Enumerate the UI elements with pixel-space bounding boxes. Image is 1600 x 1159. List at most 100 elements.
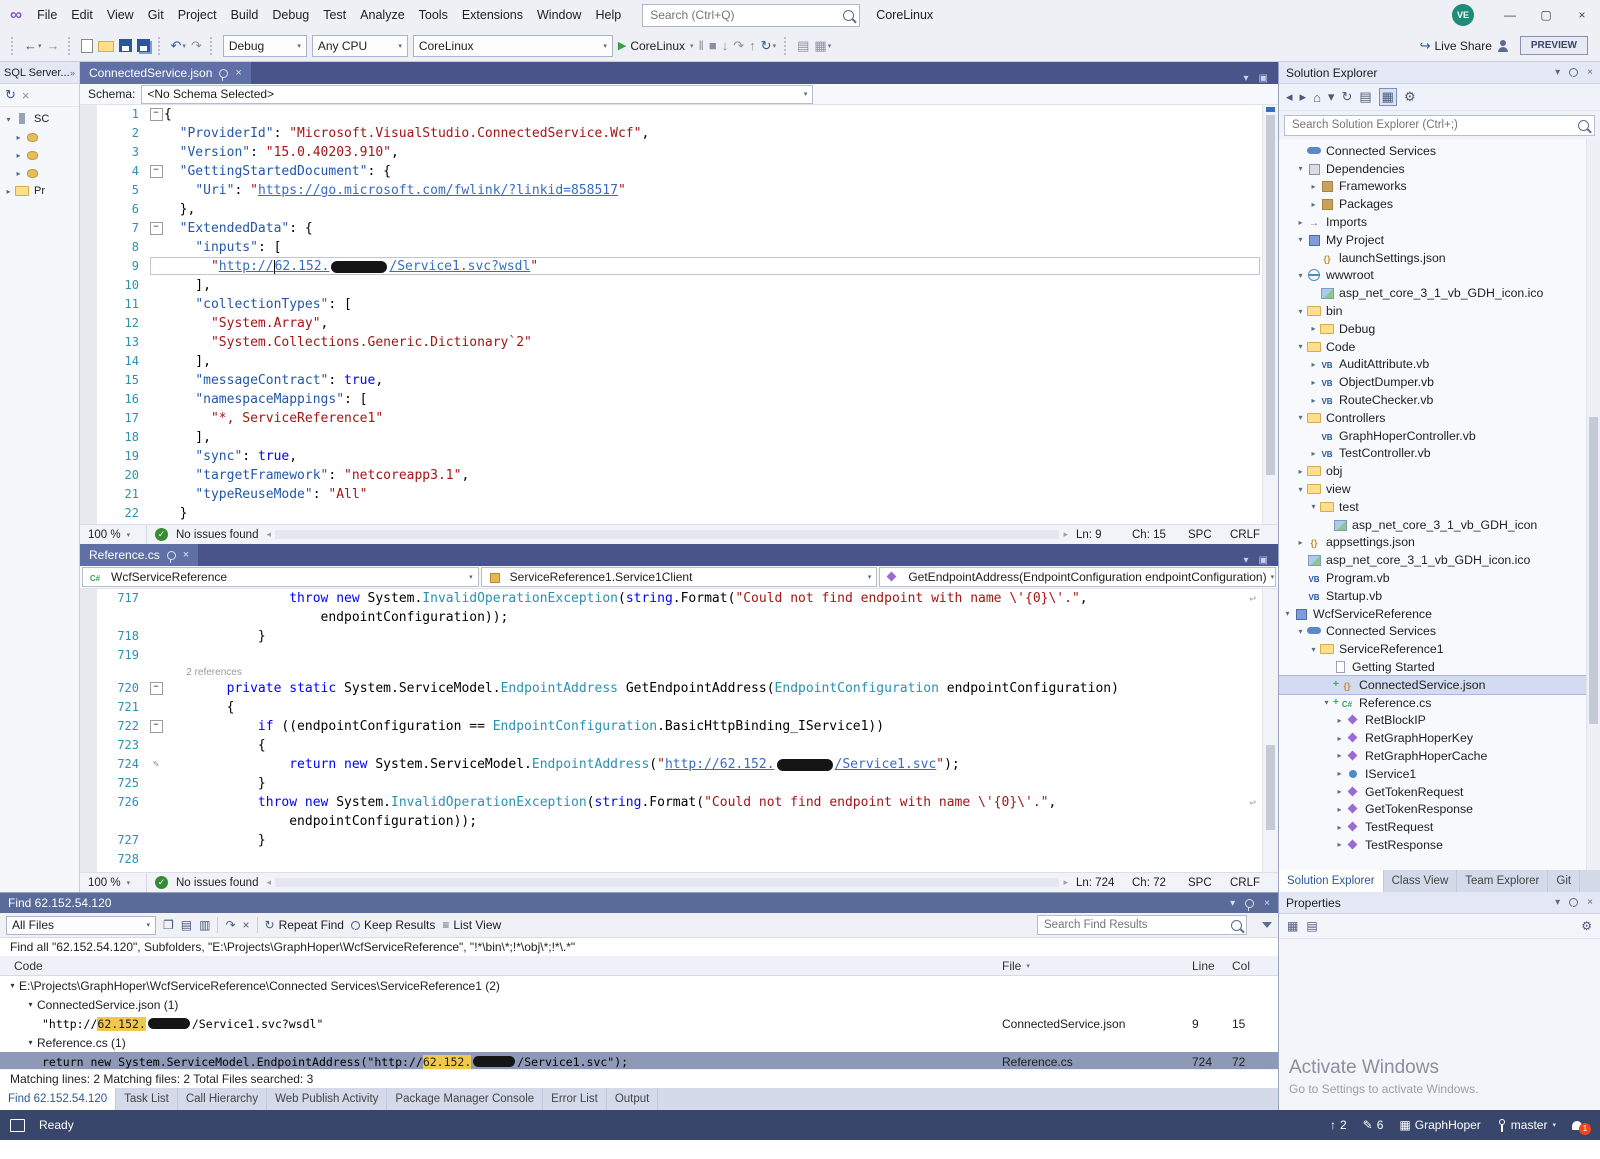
expander-icon[interactable]: ▸ bbox=[1307, 200, 1320, 209]
editor-window-icon[interactable]: ▦ ▾ bbox=[814, 38, 831, 54]
expander-icon[interactable]: ▸ bbox=[12, 151, 25, 160]
expander-icon[interactable]: ▸ bbox=[1333, 716, 1346, 725]
live-share-button[interactable]: ↪ Live Share bbox=[1420, 38, 1492, 54]
forward-icon[interactable]: ▸ bbox=[1300, 89, 1307, 105]
quick-search[interactable] bbox=[642, 3, 861, 27]
pending-edits-indicator[interactable]: ✎ 6 bbox=[1363, 1118, 1384, 1132]
sql-tree-item[interactable]: ▸ bbox=[0, 128, 79, 146]
find-result-row[interactable]: "http://62.152./Service1.svc?wsdl" Connec… bbox=[0, 1014, 1278, 1033]
solution-search-input[interactable] bbox=[1290, 118, 1578, 132]
save-icon[interactable] bbox=[118, 39, 132, 52]
keep-results-button[interactable]: Keep Results bbox=[350, 918, 435, 933]
find-group-row[interactable]: ▾ ConnectedService.json (1) bbox=[0, 995, 1278, 1014]
back-icon[interactable]: ◂ bbox=[1286, 89, 1293, 105]
undo-icon[interactable]: ↶ ▾ bbox=[171, 38, 186, 54]
collapse-all-icon[interactable]: ▤ bbox=[1359, 89, 1371, 105]
tree-item[interactable]: Startup.vb bbox=[1279, 587, 1600, 605]
menu-git[interactable]: Git bbox=[141, 0, 171, 30]
toolbar-grip[interactable] bbox=[11, 36, 16, 55]
expander-icon[interactable]: ▾ bbox=[1307, 502, 1320, 511]
save-all-icon[interactable] bbox=[136, 39, 150, 52]
property-pages-icon[interactable]: ⚙ bbox=[1581, 919, 1592, 933]
expander-icon[interactable]: ▸ bbox=[12, 133, 25, 142]
tab-find-62-152-54-120[interactable]: Find 62.152.54.120 bbox=[0, 1088, 117, 1110]
expander-icon[interactable]: ▾ bbox=[1294, 164, 1307, 173]
nav-combo-0[interactable]: WcfServiceReference▾ bbox=[82, 567, 479, 587]
tree-item[interactable]: ▾ Connected Services bbox=[1279, 623, 1600, 641]
pending-push-indicator[interactable]: ↑ 2 bbox=[1330, 1118, 1347, 1132]
menu-window[interactable]: Window bbox=[530, 0, 588, 30]
expander-icon[interactable]: ▾ bbox=[1281, 609, 1294, 618]
code-editor-cs[interactable]: 717 throw new System.InvalidOperationExc… bbox=[80, 589, 1278, 872]
health-check-icon[interactable]: ✓ bbox=[155, 528, 168, 541]
window-position-icon[interactable]: ▾ bbox=[1230, 898, 1235, 909]
tree-item[interactable]: ▾ view bbox=[1279, 480, 1600, 498]
menu-debug[interactable]: Debug bbox=[265, 0, 316, 30]
find-results-search-input[interactable] bbox=[1042, 918, 1231, 932]
tree-item[interactable]: Connected Services bbox=[1279, 142, 1600, 160]
tree-item[interactable]: ▾ test bbox=[1279, 498, 1600, 516]
expander-icon[interactable]: ▸ bbox=[1294, 467, 1307, 476]
sql-tree-item[interactable]: ▸ Pr bbox=[0, 182, 79, 200]
tree-item[interactable]: ▾ Dependencies bbox=[1279, 160, 1600, 178]
tab-class-view[interactable]: Class View bbox=[1384, 870, 1458, 892]
expander-icon[interactable]: ▸ bbox=[1307, 378, 1320, 387]
tree-item[interactable]: ▸ RouteChecker.vb bbox=[1279, 391, 1600, 409]
tree-item[interactable]: asp_net_core_3_1_vb_GDH_icon bbox=[1279, 516, 1600, 534]
sql-tree-item[interactable]: ▸ bbox=[0, 164, 79, 182]
list-view-button[interactable]: ≡ List View bbox=[442, 918, 501, 932]
expander-icon[interactable]: ▾ bbox=[1294, 307, 1307, 316]
menu-help[interactable]: Help bbox=[588, 0, 628, 30]
toolbar-grip[interactable] bbox=[157, 36, 163, 55]
refresh-icon[interactable]: ↻ bbox=[1341, 89, 1352, 105]
maximize-button[interactable]: ▢ bbox=[1528, 0, 1564, 30]
zoom-combo[interactable]: 100 % ▾ bbox=[88, 525, 147, 544]
menu-file[interactable]: File bbox=[30, 0, 64, 30]
tree-item[interactable]: ▸ RetBlockIP bbox=[1279, 712, 1600, 730]
sync-active-document-icon[interactable]: ▦ bbox=[1378, 88, 1397, 106]
column-line[interactable]: Line bbox=[1192, 959, 1232, 973]
refresh-icon[interactable]: ↻ bbox=[5, 87, 16, 103]
find-result-row[interactable]: return new System.ServiceModel.EndpointA… bbox=[0, 1052, 1278, 1069]
tree-item[interactable]: ▸ GetTokenResponse bbox=[1279, 800, 1600, 818]
overflow-chevron-icon[interactable]: » bbox=[70, 68, 75, 78]
categorized-icon[interactable]: ▦ bbox=[1287, 919, 1298, 933]
navigate-forward-icon[interactable]: → bbox=[47, 38, 60, 53]
expander-icon[interactable]: ▸ bbox=[1294, 218, 1307, 227]
sql-tree-item[interactable]: ▾ SC bbox=[0, 110, 79, 128]
tree-item[interactable]: ▸ Packages bbox=[1279, 195, 1600, 213]
tree-item[interactable]: ▾ ServiceReference1 bbox=[1279, 640, 1600, 658]
tab-reference-cs[interactable]: Reference.cs × bbox=[80, 544, 199, 566]
menu-extensions[interactable]: Extensions bbox=[455, 0, 530, 30]
column-file[interactable]: File ▾ bbox=[1002, 959, 1192, 973]
zoom-combo[interactable]: 100 % ▾ bbox=[88, 873, 147, 892]
tree-item[interactable]: ▸ TestRequest bbox=[1279, 818, 1600, 836]
stop-icon[interactable]: × bbox=[22, 88, 30, 103]
nav-combo-1[interactable]: ServiceReference1.Service1Client ▾ bbox=[480, 567, 878, 587]
tree-item[interactable]: ▸ AuditAttribute.vb bbox=[1279, 356, 1600, 374]
expander-icon[interactable]: ▸ bbox=[1333, 751, 1346, 760]
refresh-icon[interactable]: ↻ ▾ bbox=[761, 38, 776, 54]
find-group-row[interactable]: ▾ E:\Projects\GraphHoper\WcfServiceRefere… bbox=[0, 976, 1278, 995]
tree-item[interactable]: ▾ bin bbox=[1279, 302, 1600, 320]
tab-output[interactable]: Output bbox=[607, 1088, 659, 1110]
close-icon[interactable]: × bbox=[235, 67, 241, 79]
new-file-icon[interactable] bbox=[80, 38, 93, 53]
expander-icon[interactable]: ▸ bbox=[1333, 840, 1346, 849]
tree-item[interactable]: asp_net_core_3_1_vb_GDH_icon.ico bbox=[1279, 551, 1600, 569]
tree-item[interactable]: ▾ wwwroot bbox=[1279, 267, 1600, 285]
run-button[interactable]: ▶ CoreLinux ▾ bbox=[618, 39, 694, 53]
pin-icon[interactable] bbox=[1245, 898, 1255, 911]
close-icon[interactable]: × bbox=[1587, 897, 1593, 908]
menu-tools[interactable]: Tools bbox=[412, 0, 455, 30]
tree-item[interactable]: ▸ TestResponse bbox=[1279, 836, 1600, 854]
nav-combo-2[interactable]: GetEndpointAddress(EndpointConfiguration… bbox=[879, 567, 1277, 587]
alphabetical-icon[interactable]: ▤ bbox=[1306, 919, 1317, 933]
tab-git[interactable]: Git bbox=[1548, 870, 1581, 892]
minimize-button[interactable]: — bbox=[1492, 0, 1528, 30]
menu-test[interactable]: Test bbox=[316, 0, 353, 30]
debug-configuration-combo[interactable]: Debug ▾ bbox=[222, 34, 307, 57]
close-icon[interactable]: × bbox=[183, 549, 189, 561]
quick-search-input[interactable] bbox=[648, 7, 844, 23]
tab-list-dropdown-icon[interactable]: ▾ bbox=[1244, 73, 1249, 84]
